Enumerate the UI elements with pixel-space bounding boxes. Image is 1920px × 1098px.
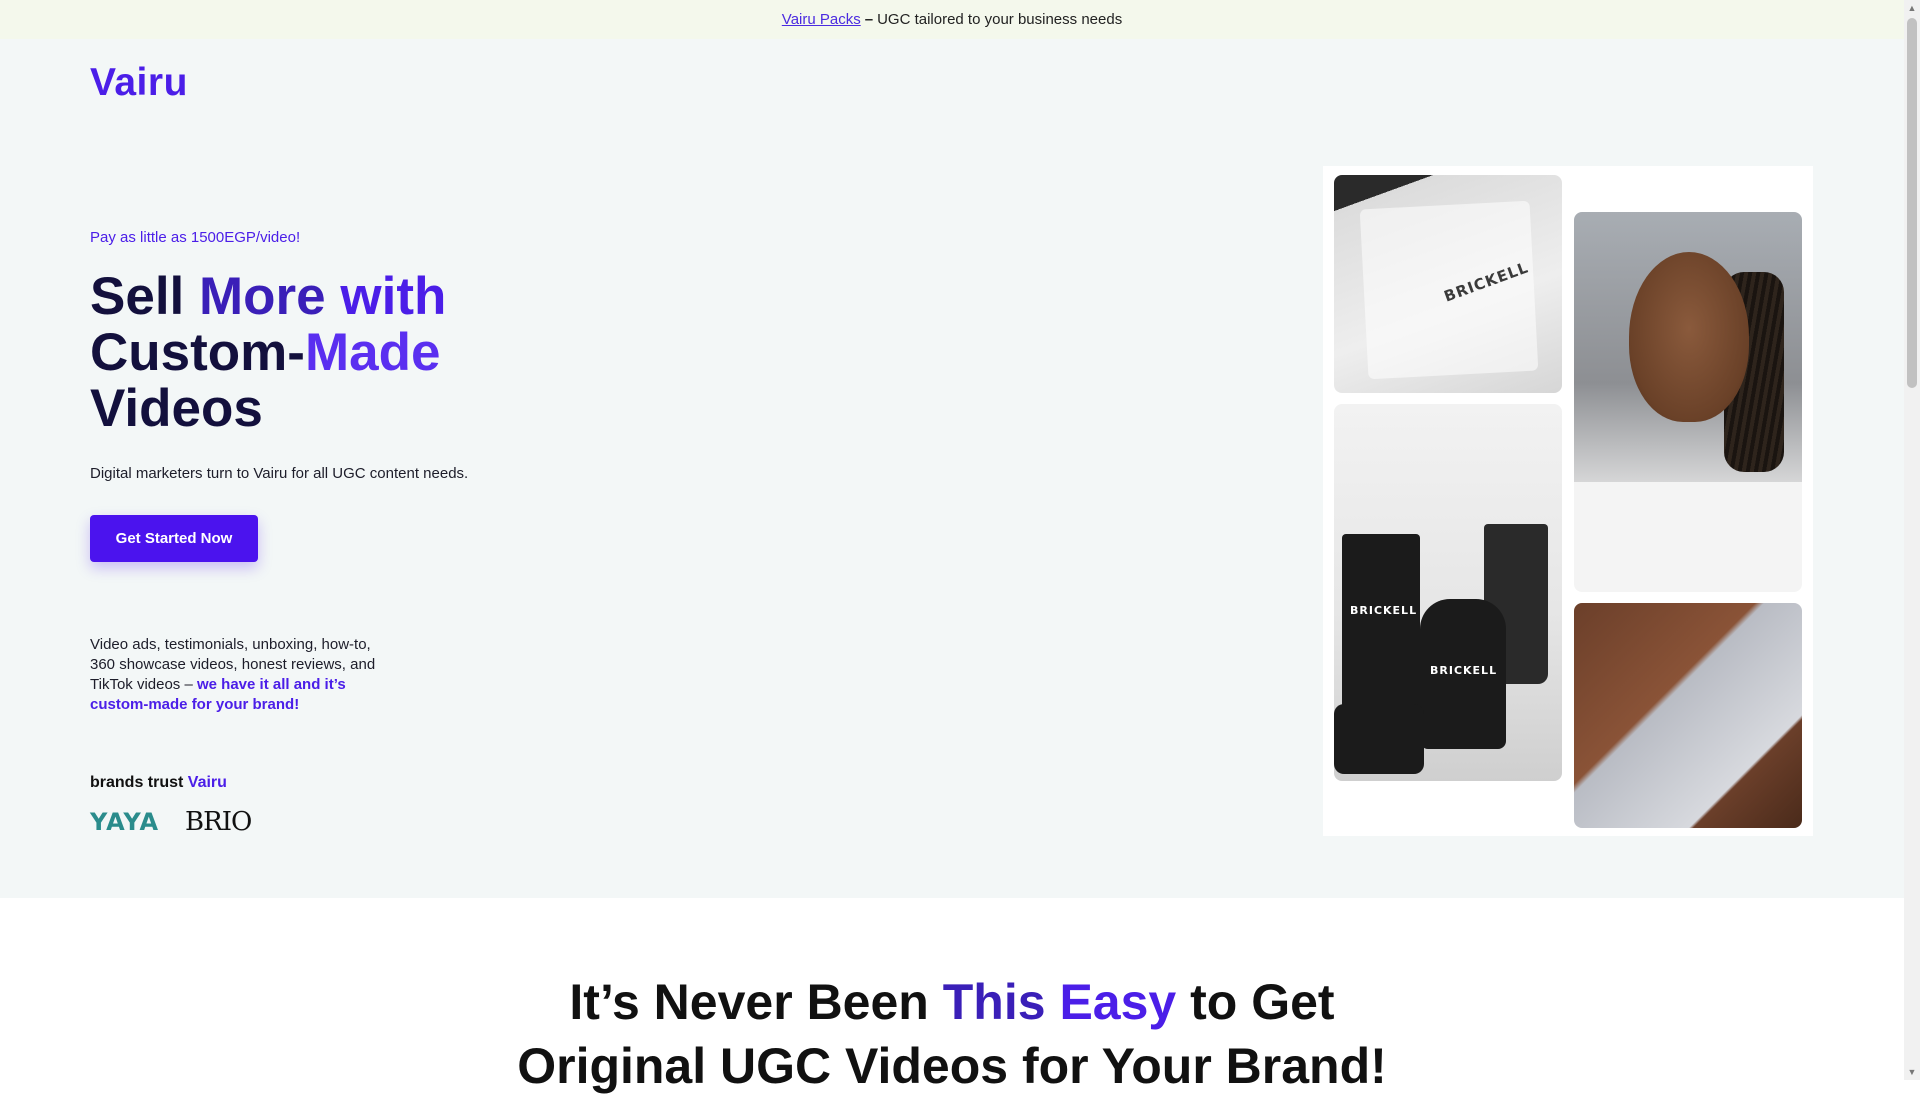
announcement-text: UGC tailored to your business needs xyxy=(877,11,1123,28)
headline-word: Made xyxy=(304,323,441,382)
vairu-logo[interactable]: Vairu xyxy=(90,61,188,105)
page-scrollbar[interactable]: ▲ ▼ xyxy=(1904,0,1920,1080)
model-shirt xyxy=(1574,482,1802,592)
heading-part: It’s Never Been xyxy=(569,974,929,1030)
scroll-down-icon[interactable]: ▼ xyxy=(1907,1067,1917,1077)
brio-logo: BRIO xyxy=(185,807,252,837)
collage-image-products: BRICKELL BRICKELL xyxy=(1334,404,1562,781)
collage-image-towel xyxy=(1574,603,1802,828)
brands-trust-heading: brands trust Vairu xyxy=(90,774,227,792)
headline-word: More xyxy=(199,267,326,326)
scrollbar-thumb[interactable] xyxy=(1907,18,1917,388)
jar-label: BRICKELL xyxy=(1430,664,1498,677)
headline-word: Custom- xyxy=(90,323,305,382)
product-tub xyxy=(1334,704,1424,774)
announcement-bar: Vairu Packs – UGC tailored to your busin… xyxy=(0,0,1904,39)
pay-note: Pay as little as 1500EGP/video! xyxy=(90,229,301,246)
trust-prefix: brands trust xyxy=(90,774,184,791)
section-heading: It’s Never Been This Easy to Get Origina… xyxy=(0,970,1904,1098)
model-face xyxy=(1629,252,1749,422)
headline-word: with xyxy=(340,267,447,326)
hero-section: Vairu Pay as little as 1500EGP/video! Se… xyxy=(0,39,1904,898)
headline-word: Sell xyxy=(90,267,185,326)
heading-part: to Get xyxy=(1190,974,1335,1030)
ease-section: It’s Never Been This Easy to Get Origina… xyxy=(0,898,1904,1094)
heading-part: This xyxy=(942,974,1046,1030)
brand-logos: YAYA BRIO xyxy=(90,807,252,837)
announcement-separator: – xyxy=(864,11,874,28)
get-started-button[interactable]: Get Started Now xyxy=(90,515,258,562)
scroll-up-icon[interactable]: ▲ xyxy=(1907,3,1917,13)
hero-headline: Sell More with Custom-Made Videos xyxy=(90,269,610,437)
video-formats-text: Video ads, testimonials, unboxing, how-t… xyxy=(90,635,390,715)
headline-word: Videos xyxy=(90,379,263,438)
product-collage: BRICKELL BRICKELL BRICKELL xyxy=(1323,166,1813,836)
vairu-packs-link[interactable]: Vairu Packs xyxy=(782,11,861,28)
heading-part: Original UGC Videos for Your Brand! xyxy=(517,1038,1387,1094)
tube-label: BRICKELL xyxy=(1350,604,1418,617)
heading-part: Easy xyxy=(1059,974,1177,1030)
yaya-logo: YAYA xyxy=(90,808,160,836)
trust-brand: Vairu xyxy=(187,774,227,791)
collage-image-model xyxy=(1574,212,1802,592)
hero-subtitle: Digital marketers turn to Vairu for all … xyxy=(90,465,469,482)
collage-image-pack: BRICKELL xyxy=(1334,175,1562,393)
